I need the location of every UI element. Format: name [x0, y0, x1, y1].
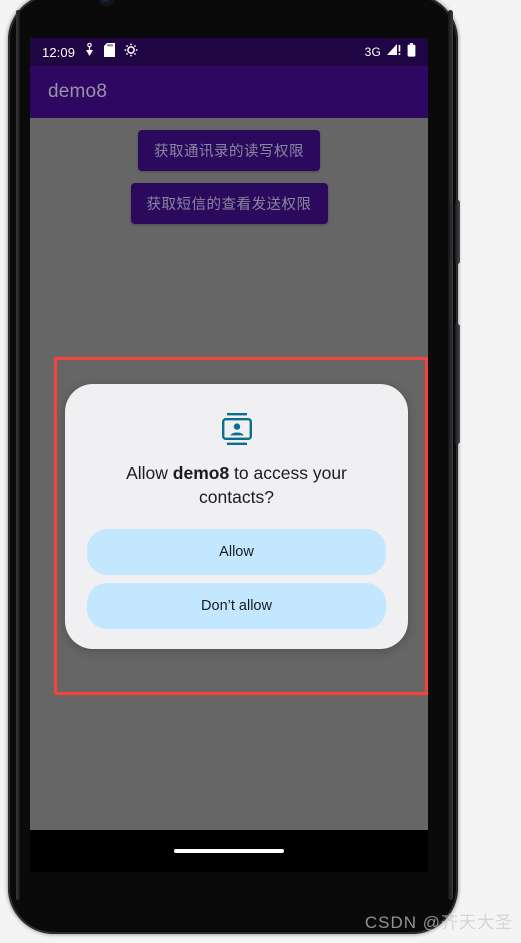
dialog-app-name: demo8	[172, 463, 230, 483]
battery-icon	[407, 42, 416, 62]
allow-button[interactable]: Allow	[87, 529, 386, 576]
status-bar-right-group: 3G	[364, 42, 416, 62]
signal-warning-icon	[386, 43, 402, 61]
gear-icon	[124, 43, 138, 62]
phone-screen: 12:09 3G demo8 获取通讯录的读写权限 获取短信的查看发送权限 Al…	[30, 38, 428, 830]
contacts-card-icon	[220, 412, 254, 446]
status-bar: 12:09 3G	[30, 38, 428, 66]
usb-debug-icon	[84, 42, 95, 62]
dialog-message-prefix: Allow	[126, 463, 173, 483]
home-gesture-pill[interactable]	[174, 849, 284, 853]
status-bar-left-group: 12:09	[42, 42, 365, 62]
dialog-message: Allow demo8 to access your contacts?	[87, 462, 386, 509]
page-background: 12:09 3G demo8 获取通讯录的读写权限 获取短信的查看发送权限 Al…	[0, 0, 521, 943]
front-camera-icon	[100, 0, 113, 5]
power-button[interactable]	[455, 200, 460, 264]
device-left-edge	[16, 10, 20, 900]
device-right-edge	[448, 10, 453, 900]
network-type-label: 3G	[364, 45, 381, 59]
app-content-area: 获取通讯录的读写权限 获取短信的查看发送权限 Allow demo8 to ac…	[30, 118, 428, 830]
request-contacts-permission-button[interactable]: 获取通讯录的读写权限	[138, 130, 320, 171]
page-title: demo8	[48, 81, 108, 102]
watermark-label: CSDN @齐天大圣	[364, 913, 513, 932]
app-bar: demo8	[30, 66, 428, 118]
gesture-navigation-bar	[30, 830, 428, 872]
request-sms-permission-button[interactable]: 获取短信的查看发送权限	[130, 183, 328, 224]
phone-device-frame: 12:09 3G demo8 获取通讯录的读写权限 获取短信的查看发送权限 Al…	[8, 0, 460, 934]
permission-dialog: Allow demo8 to access your contacts? All…	[65, 384, 408, 650]
sd-card-icon	[104, 42, 116, 62]
volume-rocker-button[interactable]	[455, 324, 460, 444]
status-clock: 12:09	[42, 44, 76, 60]
dont-allow-button[interactable]: Don’t allow	[87, 583, 386, 630]
